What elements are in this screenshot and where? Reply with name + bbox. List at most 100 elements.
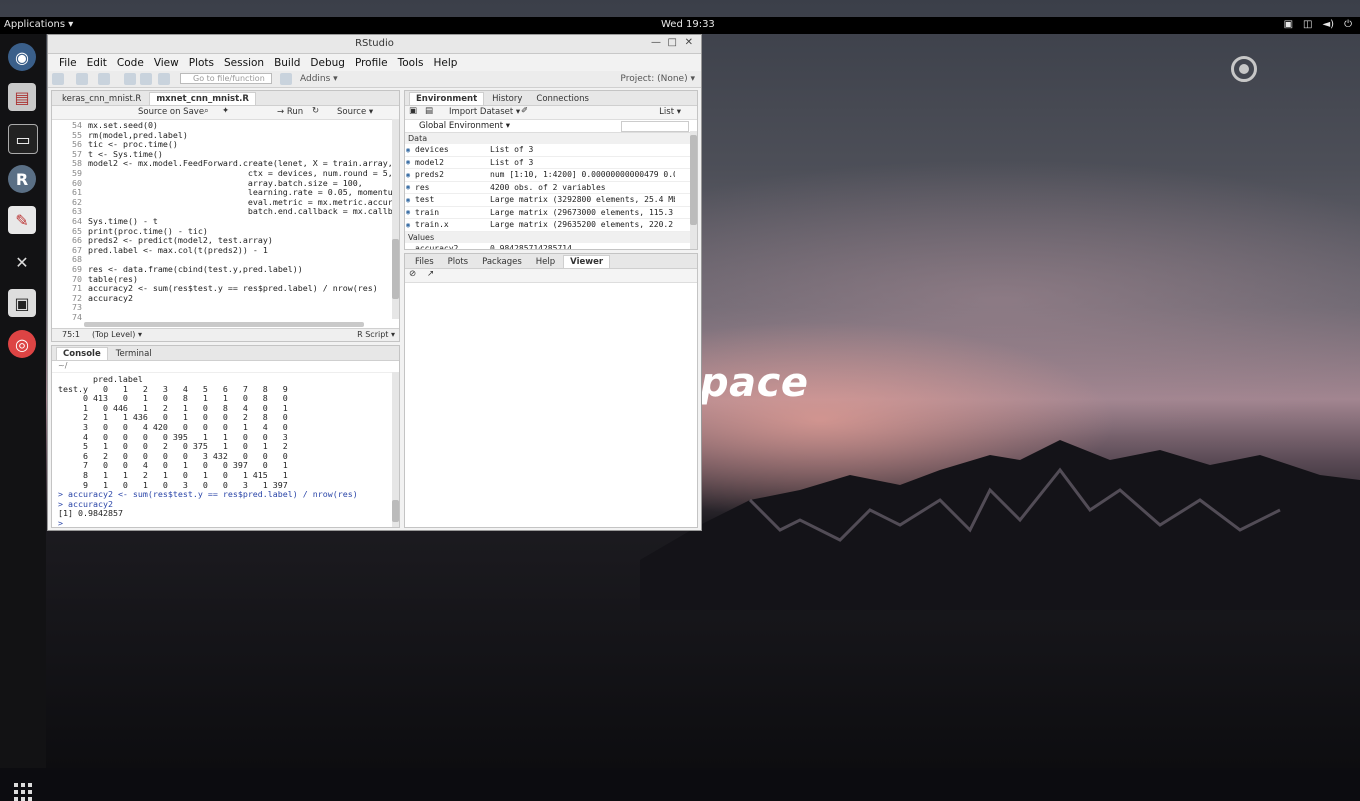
top-bar: Applications ▾ Wed 19:33 ▣ ◫ ◄) ⏻ bbox=[0, 17, 1360, 34]
menu-debug[interactable]: Debug bbox=[305, 57, 350, 69]
environment-scope-bar: Global Environment ▾ bbox=[405, 120, 697, 133]
tab-console[interactable]: Console bbox=[56, 347, 108, 360]
tab-mxnet-cnn-mnist[interactable]: mxnet_cnn_mnist.R bbox=[149, 92, 256, 105]
power-icon[interactable]: ⏻ bbox=[1344, 19, 1352, 30]
text-editor-icon[interactable]: ✎ bbox=[8, 206, 36, 234]
object-icon: ◉ bbox=[406, 208, 411, 217]
display-icon[interactable]: ▣ bbox=[1284, 19, 1293, 30]
target-icon[interactable] bbox=[1231, 56, 1257, 82]
browser-icon[interactable]: ◉ bbox=[8, 43, 36, 71]
applications-menu[interactable]: Applications ▾ bbox=[4, 19, 73, 30]
console-scrollbar[interactable] bbox=[392, 372, 399, 527]
tab-terminal[interactable]: Terminal bbox=[110, 348, 158, 360]
clock[interactable]: Wed 19:33 bbox=[661, 19, 715, 30]
system-monitor-icon[interactable]: ▣ bbox=[8, 289, 36, 317]
files-tabs: Files Plots Packages Help Viewer bbox=[405, 254, 697, 269]
editor-vertical-scrollbar[interactable] bbox=[392, 119, 399, 319]
menu-view[interactable]: View bbox=[149, 57, 184, 69]
volume-icon[interactable]: ◄) bbox=[1322, 19, 1334, 30]
viewer-toolbar: ⊘ ↗ bbox=[405, 269, 697, 283]
document-viewer-icon[interactable]: ▤ bbox=[8, 83, 36, 111]
code-line[interactable]: 73 bbox=[60, 303, 399, 313]
menu-file[interactable]: File bbox=[54, 57, 82, 69]
tab-keras-cnn-mnist[interactable]: keras_cnn_mnist.R bbox=[56, 93, 147, 105]
source-on-save-checkbox[interactable]: Source on Save bbox=[138, 107, 204, 117]
magic-wand-icon[interactable]: ✦ bbox=[222, 106, 229, 116]
tools-icon[interactable]: ✕ bbox=[8, 248, 36, 276]
save-all-icon[interactable] bbox=[140, 73, 152, 85]
search-icon[interactable]: ⌕ bbox=[204, 106, 209, 116]
object-icon: ◉ bbox=[406, 170, 411, 179]
environment-row[interactable]: ◉ test Large matrix (3292800 elements, 25.… bbox=[405, 194, 697, 207]
environment-row[interactable]: accuracy2 0.984285714285714 bbox=[405, 243, 697, 249]
r-icon[interactable]: R bbox=[8, 165, 36, 193]
code-text: ctx = devices, num.round = 5, bbox=[88, 167, 393, 178]
code-text: t <- Sys.time() bbox=[88, 148, 163, 159]
environment-row[interactable]: ◉ preds2 num [1:10, 1:4200] 0.000000000004… bbox=[405, 169, 697, 182]
menu-edit[interactable]: Edit bbox=[82, 57, 112, 69]
tab-environment[interactable]: Environment bbox=[409, 92, 485, 105]
addins-button[interactable]: Addins ▾ bbox=[300, 74, 338, 84]
menu-build[interactable]: Build bbox=[269, 57, 305, 69]
maximize-icon[interactable]: □ bbox=[668, 37, 677, 48]
import-dataset-button[interactable]: Import Dataset ▾ bbox=[449, 107, 520, 117]
new-file-icon[interactable] bbox=[52, 73, 64, 85]
source-button[interactable]: Source ▾ bbox=[337, 107, 373, 117]
close-icon[interactable]: ✕ bbox=[685, 37, 693, 48]
menu-session[interactable]: Session bbox=[219, 57, 269, 69]
terminal-icon[interactable]: ▭ bbox=[8, 124, 38, 154]
object-icon: ◉ bbox=[406, 195, 411, 204]
environment-row[interactable]: ◉ model2 List of 3 bbox=[405, 157, 697, 169]
environment-row[interactable]: ◉ train Large matrix (29673000 elements, 1… bbox=[405, 207, 697, 219]
tab-connections[interactable]: Connections bbox=[530, 93, 595, 105]
minimize-icon[interactable]: — bbox=[651, 37, 661, 48]
menu-tools[interactable]: Tools bbox=[393, 57, 429, 69]
save-workspace-icon[interactable]: ▤ bbox=[425, 106, 433, 116]
export-icon[interactable]: ↗ bbox=[427, 269, 434, 279]
environment-scrollbar[interactable] bbox=[690, 131, 697, 249]
broom-icon[interactable]: ✐ bbox=[521, 106, 528, 116]
file-type-menu[interactable]: R Script ▾ bbox=[357, 330, 395, 339]
menu-code[interactable]: Code bbox=[112, 57, 149, 69]
open-file-icon[interactable] bbox=[98, 73, 110, 85]
tab-help[interactable]: Help bbox=[530, 256, 561, 268]
environment-search-input[interactable] bbox=[621, 121, 689, 132]
save-icon[interactable] bbox=[124, 73, 136, 85]
workspace-text: pace bbox=[700, 360, 809, 406]
network-icon[interactable]: ◫ bbox=[1303, 19, 1312, 30]
code-text: array.batch.size = 100, bbox=[88, 177, 363, 188]
menu-help[interactable]: Help bbox=[428, 57, 462, 69]
global-environment-menu[interactable]: Global Environment ▾ bbox=[419, 121, 510, 131]
environment-row[interactable]: ◉ devices List of 3 bbox=[405, 144, 697, 157]
code-line[interactable]: 67 pred.label <- max.col(t(preds2)) - 1 bbox=[60, 244, 399, 256]
system-tray: ▣ ◫ ◄) ⏻ bbox=[1284, 19, 1352, 30]
environment-row[interactable]: ◉ res 4200 obs. of 2 variables bbox=[405, 182, 697, 194]
clear-viewer-icon[interactable]: ⊘ bbox=[409, 269, 416, 279]
project-menu[interactable]: Project: (None) ▾ bbox=[620, 74, 695, 84]
tab-viewer[interactable]: Viewer bbox=[563, 255, 611, 268]
layout-icon[interactable] bbox=[280, 73, 292, 85]
goto-file-input[interactable]: Go to file/function bbox=[180, 73, 272, 84]
menu-profile[interactable]: Profile bbox=[350, 57, 393, 69]
app-grid-icon[interactable] bbox=[14, 783, 32, 801]
tab-plots[interactable]: Plots bbox=[442, 256, 474, 268]
menu-plots[interactable]: Plots bbox=[184, 57, 219, 69]
code-text: model2 <- mx.model.FeedForward.create(le… bbox=[88, 158, 399, 169]
environment-row[interactable]: ◉ train.x Large matrix (29635200 elements,… bbox=[405, 219, 697, 232]
tab-packages[interactable]: Packages bbox=[476, 256, 528, 268]
run-button[interactable]: → Run bbox=[277, 107, 303, 117]
horizontal-scrollbar[interactable] bbox=[84, 322, 364, 327]
console-output[interactable]: pred.label test.y 0 1 2 3 4 5 6 7 8 9 0 4… bbox=[52, 373, 399, 527]
open-project-icon[interactable] bbox=[76, 73, 88, 85]
code-line[interactable]: 72 accuracy2 bbox=[60, 293, 399, 304]
code-text: pred.label <- max.col(t(preds2)) - 1 bbox=[88, 244, 268, 255]
code-editor[interactable]: 54 mx.set.seed(0) 55 rm(model,pred.label) 56… bbox=[52, 120, 399, 323]
print-icon[interactable] bbox=[158, 73, 170, 85]
list-view-menu[interactable]: List ▾ bbox=[659, 107, 681, 117]
scope-menu[interactable]: (Top Level) ▾ bbox=[92, 330, 142, 339]
help-lifebuoy-icon[interactable]: ◎ bbox=[8, 330, 36, 358]
load-workspace-icon[interactable]: ▣ bbox=[409, 106, 417, 116]
tab-history[interactable]: History bbox=[486, 93, 528, 105]
rerun-icon[interactable]: ↻ bbox=[312, 106, 319, 116]
tab-files[interactable]: Files bbox=[409, 256, 440, 268]
